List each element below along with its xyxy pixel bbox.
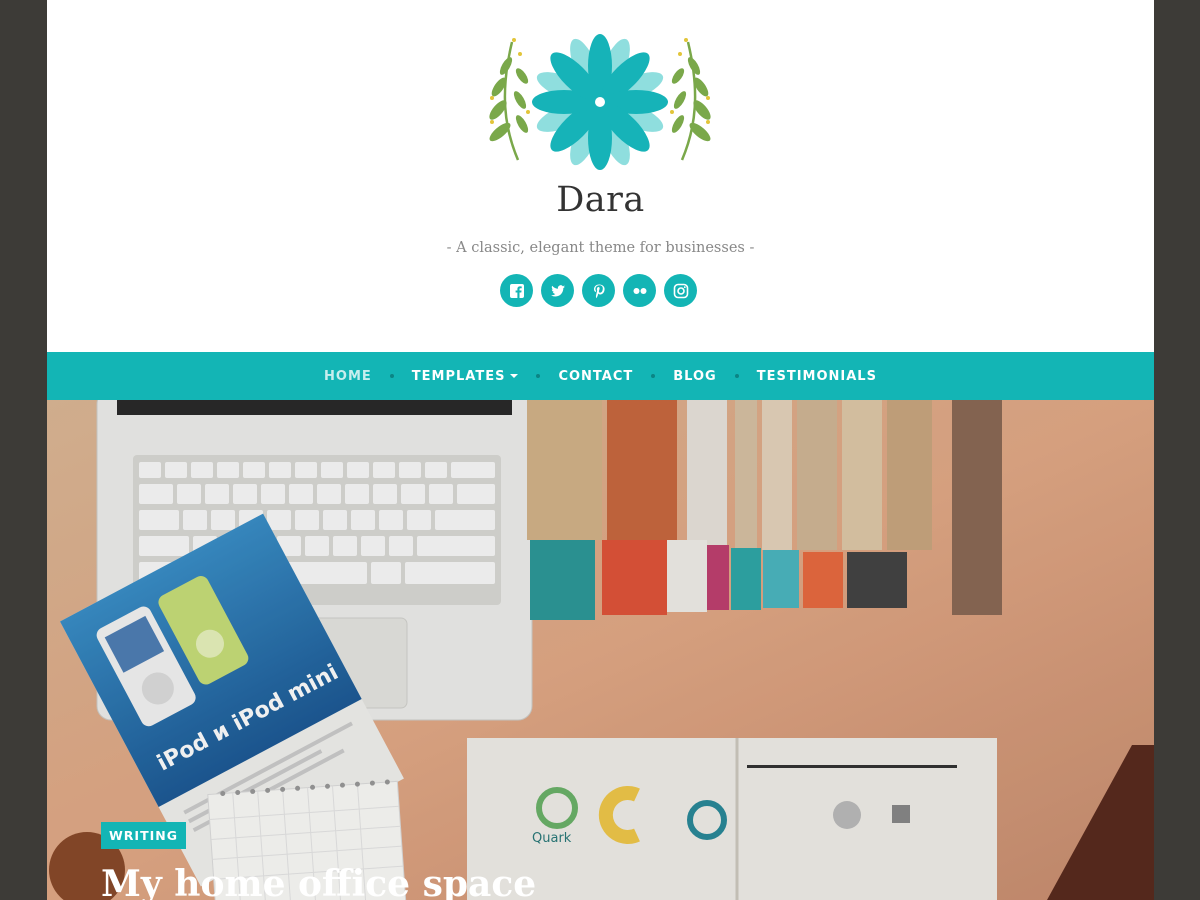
twitter-icon	[550, 284, 565, 296]
twitter-link[interactable]	[541, 274, 574, 307]
left-sprig-icon	[489, 38, 530, 161]
nav-separator	[536, 374, 541, 378]
page: Dara - A classic, elegant theme for busi…	[47, 0, 1154, 900]
instagram-link[interactable]	[664, 274, 697, 307]
nav-separator	[389, 374, 394, 378]
facebook-link[interactable]	[500, 274, 533, 307]
nav-item-contact[interactable]: CONTACT	[558, 369, 633, 384]
featured-image: iPod и iPod mini Quark	[47, 400, 1154, 900]
flower-icon	[532, 34, 668, 170]
post-category-badge[interactable]: WRITING	[101, 822, 186, 849]
main-navigation: HOME TEMPLATES CONTACT BLOG TESTIMONIALS	[47, 352, 1154, 400]
site-header: Dara - A classic, elegant theme for busi…	[47, 0, 1154, 352]
site-title[interactable]: Dara	[47, 180, 1154, 220]
nav-separator	[651, 374, 656, 378]
nav-separator	[734, 374, 739, 378]
right-sprig-icon	[670, 38, 711, 161]
nav-item-templates[interactable]: TEMPLATES	[412, 369, 519, 384]
nav-item-templates-label: TEMPLATES	[411, 368, 506, 384]
instagram-icon	[673, 283, 688, 298]
featured-post-hero[interactable]: iPod и iPod mini Quark WRITING My home o…	[47, 400, 1154, 900]
chevron-down-icon	[510, 374, 519, 378]
facebook-icon	[509, 283, 524, 298]
nav-item-testimonials[interactable]: TESTIMONIALS	[757, 369, 877, 384]
nav-item-blog[interactable]: BLOG	[673, 369, 716, 384]
flickr-icon	[633, 287, 646, 294]
flickr-link[interactable]	[623, 274, 656, 307]
post-title[interactable]: My home office space	[101, 863, 536, 900]
nav-item-home[interactable]: HOME	[324, 369, 372, 384]
pinterest-link[interactable]	[582, 274, 615, 307]
site-tagline: - A classic, elegant theme for businesse…	[446, 240, 755, 256]
site-logo[interactable]	[470, 32, 730, 172]
social-links	[500, 274, 697, 307]
pinterest-icon	[593, 284, 605, 298]
